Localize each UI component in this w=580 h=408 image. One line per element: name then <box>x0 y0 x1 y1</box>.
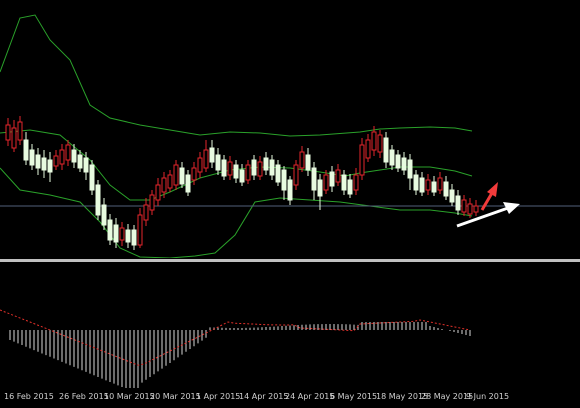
bear-candle <box>119 227 125 241</box>
bull-candle <box>275 164 281 183</box>
bull-candle <box>47 159 53 173</box>
bear-candle <box>335 169 341 183</box>
bull-candle <box>41 157 47 171</box>
bear-candle <box>137 214 143 246</box>
bull-candle <box>185 174 191 193</box>
bull-candle <box>29 149 35 166</box>
bear-candle <box>53 155 59 167</box>
bull-candle <box>95 184 101 216</box>
bear-candle <box>353 174 359 191</box>
bull-candle <box>383 137 389 163</box>
bear-candle <box>299 151 305 169</box>
bull-candle <box>401 157 407 171</box>
bull-candle <box>77 154 83 169</box>
bull-candle <box>251 159 257 176</box>
bear-candle <box>467 203 473 215</box>
bull-candle <box>101 204 107 226</box>
bull-candle <box>311 167 317 191</box>
price-chart-pane[interactable] <box>0 0 580 259</box>
bear-candle <box>167 174 173 189</box>
indicator-histogram <box>9 322 471 394</box>
time-label: 1 Apr 2015 <box>196 392 240 401</box>
bear-candle <box>203 149 209 169</box>
bull-candle <box>35 154 41 169</box>
bull-candle <box>329 171 335 187</box>
bear-candle <box>11 127 17 149</box>
indicator-svg <box>0 309 471 394</box>
bull-candle <box>215 154 221 171</box>
bear-candle <box>365 139 371 159</box>
time-label: 20 Mar 2015 <box>150 392 201 401</box>
bull-candle <box>341 174 347 191</box>
bull-candle <box>455 195 461 211</box>
bear-candle <box>191 167 197 181</box>
bull-candle <box>263 157 269 171</box>
time-axis: 16 Feb 2015 26 Feb 2015 10 Mar 2015 20 M… <box>0 388 580 404</box>
bull-candle <box>407 159 413 179</box>
bear-candle <box>161 177 167 193</box>
bull-candle <box>443 181 449 197</box>
bear-candle <box>461 199 467 213</box>
bull-candle <box>107 219 113 241</box>
candlestick-series <box>5 116 479 250</box>
bear-candle <box>323 174 329 191</box>
bear-candle <box>5 124 11 141</box>
time-label: 26 Feb 2015 <box>59 392 109 401</box>
bull-candle <box>389 149 395 166</box>
bear-candle <box>227 161 233 176</box>
bear-candle <box>245 164 251 181</box>
bull-candle <box>287 179 293 201</box>
bull-candle <box>281 169 287 191</box>
bear-candle <box>293 164 299 186</box>
bull-candle <box>113 224 119 243</box>
bear-candle <box>59 149 65 165</box>
bear-candle <box>197 157 203 173</box>
bull-candle <box>347 179 353 195</box>
bear-candle <box>143 204 149 221</box>
bull-candle <box>71 149 77 163</box>
bull-candle <box>179 167 185 185</box>
bull-candle <box>239 169 245 183</box>
bull-candle <box>221 159 227 177</box>
time-axis-svg: 16 Feb 2015 26 Feb 2015 10 Mar 2015 20 M… <box>4 392 509 401</box>
bull-candle <box>395 154 401 169</box>
bear-candle <box>473 205 479 213</box>
indicator-pane[interactable] <box>0 262 580 394</box>
bull-candle <box>413 174 419 191</box>
time-label: 16 Feb 2015 <box>4 392 54 401</box>
price-chart-svg <box>0 14 580 259</box>
bull-candle <box>449 189 455 203</box>
bear-candle <box>17 121 23 141</box>
bear-candle <box>425 179 431 191</box>
bollinger-upper-band <box>0 14 473 137</box>
bear-candle <box>149 194 155 211</box>
bull-candle <box>431 181 437 193</box>
bull-candle <box>83 157 89 173</box>
time-label: 6 May 2015 <box>330 392 377 401</box>
bull-candle <box>269 159 275 176</box>
bull-candle <box>23 139 29 161</box>
bull-candle <box>419 177 425 193</box>
bull-candle <box>209 147 215 163</box>
bear-candle <box>437 177 443 191</box>
bull-candle <box>89 164 95 191</box>
time-label: 9 Jun 2015 <box>466 392 509 401</box>
bear-candle <box>377 134 383 153</box>
bull-candle <box>131 229 137 246</box>
bull-candle <box>317 179 323 197</box>
bear-candle <box>65 144 71 161</box>
bull-candle <box>125 229 131 243</box>
time-label: 14 Apr 2015 <box>239 392 288 401</box>
time-label: 24 Apr 2015 <box>285 392 334 401</box>
bear-candle <box>257 161 263 177</box>
bear-candle <box>155 184 161 201</box>
bull-candle <box>233 164 239 179</box>
bear-candle <box>371 131 377 151</box>
bear-candle <box>173 164 179 186</box>
bear-candle <box>359 144 365 176</box>
chart-window[interactable]: 16 Feb 2015 26 Feb 2015 10 Mar 2015 20 M… <box>0 0 580 404</box>
bull-candle <box>305 154 311 171</box>
time-label: 10 Mar 2015 <box>104 392 155 401</box>
